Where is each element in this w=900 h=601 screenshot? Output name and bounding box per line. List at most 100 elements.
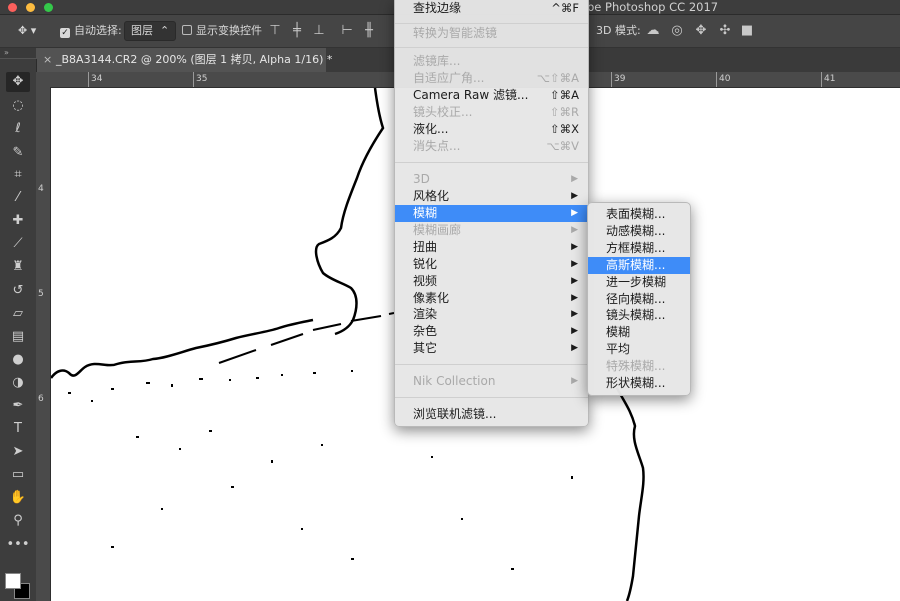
menu-item-sharpen[interactable]: 锐化 ▶ [395,256,588,273]
menu-item-liquify[interactable]: 液化... ⇧⌘X [395,121,588,138]
menu-item-other[interactable]: 其它 ▶ [395,340,588,357]
blur-icon[interactable]: ● [6,350,30,370]
submenu-arrow-icon: ▶ [571,276,578,286]
menu-item-noise[interactable]: 杂色 ▶ [395,323,588,340]
submenu-item-average[interactable]: 平均 [588,341,690,358]
dodge-icon[interactable]: ◑ [6,373,30,393]
menu-item-vanishing-point[interactable]: 消失点... ⌥⌘V [395,138,588,155]
crop-icon[interactable]: ⌗ [6,165,30,185]
submenu-arrow-icon: ▶ [571,191,578,201]
ruler-number: 4 [38,184,44,194]
ruler-number: 39 [614,74,626,84]
lasso-icon[interactable]: ℓ [6,119,30,139]
pen-icon[interactable]: ✒ [6,396,30,416]
document-tab[interactable]: × _B8A3144.CR2 @ 200% (图层 1 拷贝, Alpha 1/… [36,48,332,72]
hand-icon[interactable]: ✋ [6,488,30,508]
filter-menu: 查找边缘 ^⌘F 转换为智能滤镜 滤镜库... 自适应广角... ⌥⇧⌘A Came… [394,0,589,427]
submenu-arrow-icon: ▶ [571,293,578,303]
close-tab-icon[interactable]: × [43,48,52,72]
align-bottom-icon[interactable]: ⊥ [312,24,326,38]
3d-scale-icon[interactable]: ■ [740,24,754,38]
3d-orbit-icon[interactable]: ☁ [646,24,660,38]
align-vcenter-icon[interactable]: ╪ [290,24,304,38]
menu-item-pixelate[interactable]: 像素化 ▶ [395,290,588,307]
menu-item-distort[interactable]: 扭曲 ▶ [395,239,588,256]
auto-select-checkbox[interactable]: ✓ 自动选择: [60,15,122,47]
3d-roll-icon[interactable]: ◎ [670,24,684,38]
menu-item-blur[interactable]: 模糊 ▶ [395,205,588,222]
ruler-number: 41 [824,74,836,84]
show-transform-checkbox[interactable]: 显示变换控件 [182,15,262,47]
submenu-item-gaussian-blur[interactable]: 高斯模糊... [588,257,690,274]
rectangle-icon[interactable]: ▭ [6,465,30,485]
menu-item-video[interactable]: 视频 ▶ [395,273,588,290]
show-transform-label: 显示变换控件 [196,24,262,37]
menu-item-3d[interactable]: 3D ▶ [395,171,588,188]
align-top-icon[interactable]: ⊤ [268,24,282,38]
submenu-arrow-icon: ▶ [571,225,578,235]
submenu-item-lens-blur[interactable]: 镜头模糊... [588,307,690,324]
submenu-arrow-icon: ▶ [571,326,578,336]
menu-item-browse-online-filters[interactable]: 浏览联机滤镜... [395,406,588,423]
ruler-number: 40 [719,74,731,84]
submenu-arrow-icon: ▶ [571,376,578,386]
submenu-item-shape-blur[interactable]: 形状模糊... [588,375,690,392]
menu-item-lens-correction[interactable]: 镜头校正... ⇧⌘R [395,104,588,121]
submenu-item-radial-blur[interactable]: 径向模糊... [588,291,690,308]
auto-select-dropdown[interactable]: 图层 ⌃ [124,15,177,47]
gradient-icon[interactable]: ▤ [6,327,30,347]
type-icon[interactable]: T [6,419,30,439]
3d-slide-icon[interactable]: ✣ [718,24,732,38]
app-title: be Photoshop CC 2017 [587,0,719,14]
submenu-arrow-icon: ▶ [571,309,578,319]
foreground-color-swatch[interactable] [5,573,21,589]
submenu-item-blur[interactable]: 模糊 [588,324,690,341]
submenu-item-motion-blur[interactable]: 动感模糊... [588,223,690,240]
submenu-item-surface-blur[interactable]: 表面模糊... [588,206,690,223]
menu-item-filter-gallery[interactable]: 滤镜库... [395,53,588,70]
ruler-number: 5 [38,289,44,299]
minimize-window-button[interactable] [26,3,35,12]
submenu-item-smart-blur[interactable]: 特殊模糊... [588,358,690,375]
align-hcenter-icon[interactable]: ╫ [362,24,376,38]
zoom-window-button[interactable] [44,3,53,12]
menu-item-camera-raw[interactable]: Camera Raw 滤镜... ⇧⌘A [395,87,588,104]
path-select-icon[interactable]: ➤ [6,442,30,462]
move-icon[interactable]: ✥ [6,72,30,92]
submenu-arrow-icon: ▶ [571,208,578,218]
menu-item-adaptive-wide-angle[interactable]: 自适应广角... ⌥⇧⌘A [395,70,588,87]
tools-panel: ✥ ◌ ℓ ✎ ⌗ ⁄ ✚ ⟋ ♜ ↺ ▱ ▤ ● ◑ ✒ T ➤ ▭ ✋ ⚲ … [0,59,37,601]
submenu-arrow-icon: ▶ [571,242,578,252]
healing-brush-icon[interactable]: ✚ [6,211,30,231]
eyedropper-icon[interactable]: ⁄ [6,188,30,208]
menu-item-render[interactable]: 渲染 ▶ [395,306,588,323]
submenu-item-box-blur[interactable]: 方框模糊... [588,240,690,257]
eraser-icon[interactable]: ▱ [6,304,30,324]
history-brush-icon[interactable]: ↺ [6,281,30,301]
blur-submenu: 表面模糊... 动感模糊... 方框模糊... 高斯模糊... 进一步模糊 径向… [587,202,691,396]
menu-item-nik-collection[interactable]: Nik Collection ▶ [395,373,588,390]
ruler-number: 35 [196,74,208,84]
more-icon[interactable]: ••• [6,535,30,555]
3d-pan-icon[interactable]: ✥ [694,24,708,38]
menu-item-find-edges[interactable]: 查找边缘 ^⌘F [395,0,588,17]
move-tool-preset-icon[interactable]: ✥ ▾ [18,15,36,47]
submenu-item-blur-more[interactable]: 进一步模糊 [588,274,690,291]
panel-collapse-icon[interactable]: » [0,48,36,58]
auto-select-label: 自动选择: [74,24,122,37]
mode-3d-label: 3D 模式: [596,24,641,37]
align-left-icon[interactable]: ⊢ [340,24,354,38]
menu-item-blur-gallery[interactable]: 模糊画廊 ▶ [395,222,588,239]
clone-stamp-icon[interactable]: ♜ [6,257,30,277]
zoom-icon[interactable]: ⚲ [6,511,30,531]
submenu-arrow-icon: ▶ [571,343,578,353]
menu-item-stylize[interactable]: 风格化 ▶ [395,188,588,205]
close-window-button[interactable] [8,3,17,12]
quick-select-icon[interactable]: ✎ [6,143,30,163]
ruler-number: 6 [38,394,44,404]
document-tab-title: _B8A3144.CR2 @ 200% (图层 1 拷贝, Alpha 1/16… [56,53,333,66]
menu-item-convert-smart-filter[interactable]: 转换为智能滤镜 [395,25,588,42]
brush-icon[interactable]: ⟋ [6,234,30,254]
submenu-arrow-icon: ▶ [571,174,578,184]
marquee-icon[interactable]: ◌ [6,96,30,116]
